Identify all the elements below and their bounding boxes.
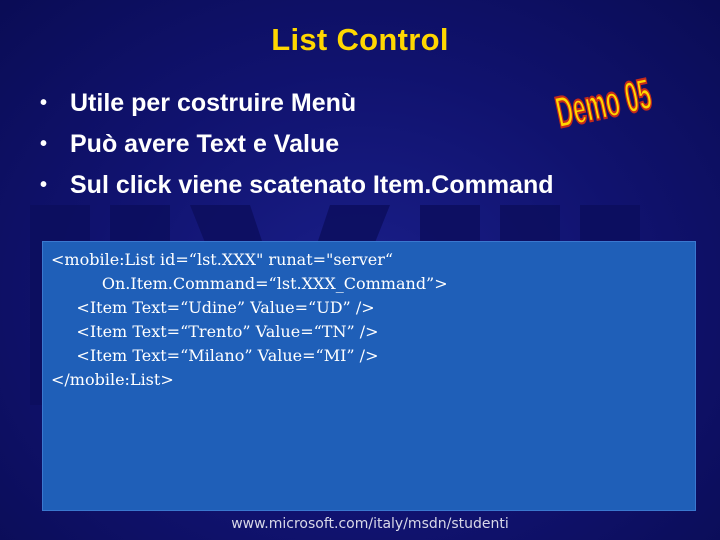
bullet-marker: • xyxy=(40,91,48,114)
bullet-item: • Utile per costruire Menù xyxy=(40,82,554,123)
bullet-list: • Utile per costruire Menù • Può avere T… xyxy=(40,82,554,205)
bullet-marker: • xyxy=(40,132,48,155)
demo-badge-text: Demo 05 xyxy=(552,70,656,136)
bullet-item: • Sul click viene scatenato Item.Command xyxy=(40,164,554,205)
bullet-item: • Può avere Text e Value xyxy=(40,123,554,164)
bullet-marker: • xyxy=(40,173,48,196)
bullet-text: Sul click viene scatenato Item.Command xyxy=(70,170,554,199)
code-line: <mobile:List id=“lst.XXX" runat="server“ xyxy=(51,250,394,269)
code-line: <Item Text=“Udine” Value=“UD” /> xyxy=(51,298,375,317)
slide-title: List Control xyxy=(271,22,449,57)
footer-url: www.microsoft.com/italy/msdn/studenti xyxy=(231,516,509,532)
bullet-text: Utile per costruire Menù xyxy=(70,88,357,117)
code-line: <Item Text=“Milano” Value=“MI” /> xyxy=(51,346,379,365)
code-line: </mobile:List> xyxy=(51,370,174,389)
code-block: <mobile:List id=“lst.XXX" runat="server“… xyxy=(42,241,696,511)
code-line: <Item Text=“Trento” Value=“TN” /> xyxy=(51,322,379,341)
code-line: On.Item.Command=“lst.XXX_Command”> xyxy=(51,274,448,293)
bullet-text: Può avere Text e Value xyxy=(70,129,340,158)
demo-badge: Demo 05 xyxy=(550,68,656,136)
